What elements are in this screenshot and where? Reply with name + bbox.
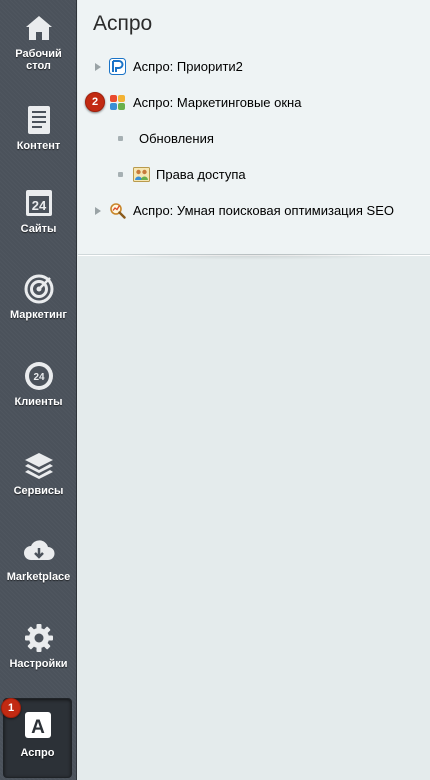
sidebar-item-content[interactable]: Контент — [0, 104, 77, 152]
calendar-24-icon: 24 — [25, 190, 52, 216]
expand-arrow-icon[interactable] — [95, 62, 101, 71]
svg-text:24: 24 — [33, 372, 45, 383]
sidebar-item-marketing[interactable]: Маркетинг — [0, 273, 77, 321]
aspro-a-icon: A — [24, 712, 51, 738]
tree-item-seo[interactable]: Аспро: Умная поисковая оптимизация SEO — [95, 202, 394, 219]
bullet-icon — [118, 136, 123, 141]
target-icon — [24, 274, 53, 304]
sidebar-item-label: Сервисы — [13, 485, 64, 497]
tree-item-label: Права доступа — [156, 167, 246, 182]
tree-item-label: Аспро: Умная поисковая оптимизация SEO — [133, 203, 394, 218]
document-icon — [27, 106, 50, 134]
tree-item-label: Аспро: Маркетинговые окна — [133, 95, 302, 110]
tree-item-updates[interactable]: Обновления — [118, 131, 214, 146]
sidebar-item-label: Маркетинг — [10, 309, 67, 321]
sidebar-item-desktop[interactable]: Рабочий стол — [0, 12, 77, 72]
tree-item-label: Обновления — [139, 131, 214, 146]
sidebar-item-label: Marketplace — [6, 571, 71, 583]
sidebar-item-label: Аспро — [20, 747, 55, 759]
sidebar-item-sites[interactable]: 24 Сайты — [0, 187, 77, 235]
sidebar-item-label: Клиенты — [14, 396, 63, 408]
notification-badge: 1 — [1, 698, 21, 718]
main-sidebar: Рабочий стол Контент 24 Сайты Маркетинг — [0, 0, 77, 780]
page-title: Аспро — [93, 12, 153, 35]
sidebar-item-clients[interactable]: 24 Клиенты — [0, 360, 77, 408]
aspro-menu-panel: Аспро Аспро: Приорити2 2 Аспро: Маркетин… — [78, 0, 430, 260]
sidebar-item-services[interactable]: Сервисы — [0, 449, 77, 497]
clients-24-icon: 24 — [24, 362, 53, 390]
seo-magnifier-icon — [110, 203, 126, 219]
tree-item-priority[interactable]: Аспро: Приорити2 — [95, 58, 243, 75]
sidebar-item-label: Сайты — [20, 223, 57, 235]
expand-arrow-icon[interactable] — [95, 206, 101, 215]
priority-logo-icon — [109, 58, 126, 75]
sidebar-item-settings[interactable]: Настройки — [0, 622, 77, 670]
sidebar-item-label: Контент — [16, 140, 61, 152]
sidebar-item-label: Рабочий стол — [15, 48, 62, 72]
sidebar-item-marketplace[interactable]: Marketplace — [0, 535, 77, 583]
gear-icon — [24, 624, 53, 652]
tree-item-label: Аспро: Приорити2 — [133, 59, 243, 74]
tree-item-access-rights[interactable]: Права доступа — [118, 166, 246, 183]
main-panel: Аспро Аспро: Приорити2 2 Аспро: Маркетин… — [78, 0, 430, 780]
users-icon — [133, 167, 150, 182]
notification-badge: 2 — [85, 92, 105, 112]
home-icon — [25, 16, 52, 40]
sidebar-item-label: Настройки — [9, 658, 68, 670]
bullet-icon — [118, 172, 123, 177]
tree-item-marketing-windows[interactable]: Аспро: Маркетинговые окна — [109, 94, 301, 111]
svg-text:24: 24 — [31, 198, 46, 213]
marketing-windows-icon — [110, 95, 125, 110]
cloud-download-icon — [23, 540, 54, 560]
svg-text:A: A — [31, 717, 45, 738]
layers-icon — [24, 453, 53, 479]
